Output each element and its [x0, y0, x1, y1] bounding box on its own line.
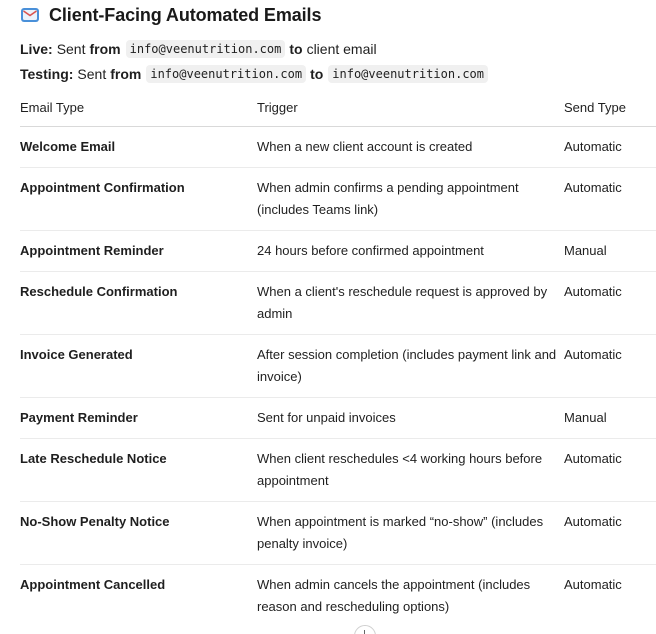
table-row: Invoice Generated After session completi…: [20, 334, 656, 398]
live-to-text: to: [289, 41, 303, 57]
table-row: Appointment Cancelled When admin cancels…: [20, 565, 656, 628]
trigger-cell: Sent for unpaid invoices: [257, 397, 564, 439]
table-row: Appointment Confirmation When admin conf…: [20, 167, 656, 231]
table-header-row: Email Type Trigger Send Type: [20, 88, 656, 127]
trigger-cell: When admin confirms a pending appointmen…: [257, 167, 564, 231]
testing-from-text: from: [110, 66, 142, 82]
send-type-cell: Automatic: [564, 126, 656, 168]
table-row: Payment Reminder Sent for unpaid invoice…: [20, 397, 656, 439]
live-info-line: Live: Sent from info@veenutrition.com to…: [20, 38, 377, 60]
email-type-cell: Reschedule Confirmation: [20, 271, 257, 335]
table-row: Appointment Reminder 24 hours before con…: [20, 230, 656, 272]
send-type-cell: Automatic: [564, 167, 656, 231]
send-type-cell: Manual: [564, 397, 656, 439]
send-type-cell: Automatic: [564, 438, 656, 502]
page-title: Client-Facing Automated Emails: [49, 4, 322, 25]
email-type-cell: Appointment Confirmation: [20, 167, 257, 231]
email-type-cell: Welcome Email: [20, 126, 257, 168]
send-type-cell: Manual: [564, 230, 656, 272]
envelope-icon: [21, 8, 39, 22]
email-type-cell: No-Show Penalty Notice: [20, 501, 257, 565]
send-type-cell: Automatic: [564, 271, 656, 335]
header-trigger: Trigger: [257, 88, 564, 127]
testing-to-email: info@veenutrition.com: [328, 65, 488, 83]
live-to-recipient: client email: [306, 41, 377, 57]
testing-label: Testing:: [20, 66, 74, 82]
table-row: Late Reschedule Notice When client resch…: [20, 438, 656, 502]
email-type-cell: Appointment Cancelled: [20, 577, 166, 592]
trigger-cell: 24 hours before confirmed appointment: [257, 230, 564, 272]
trigger-cell: When appointment is marked “no-show” (in…: [257, 501, 564, 565]
send-type-cell: Automatic: [564, 334, 656, 398]
testing-to-text: to: [310, 66, 324, 82]
live-sent-text: Sent: [56, 41, 86, 57]
trigger-cell: When admin cancels the appointment (incl…: [257, 577, 531, 614]
table-row: Reschedule Confirmation When a client's …: [20, 271, 656, 335]
trigger-cell: When a new client account is created: [257, 126, 564, 168]
email-type-cell: Late Reschedule Notice: [20, 438, 257, 502]
trigger-cell: After session completion (includes payme…: [257, 334, 564, 398]
testing-sent-text: Sent: [77, 66, 107, 82]
header-send-type: Send Type: [564, 88, 656, 127]
header-email-type: Email Type: [20, 88, 257, 127]
live-label: Live:: [20, 41, 53, 57]
page-heading: Client-Facing Automated Emails: [20, 3, 321, 27]
trigger-cell: When client reschedules <4 working hours…: [257, 438, 564, 502]
emails-table: Email Type Trigger Send Type Welcome Ema…: [20, 88, 656, 627]
table-row: No-Show Penalty Notice When appointment …: [20, 501, 656, 565]
live-from-email: info@veenutrition.com: [125, 40, 286, 58]
email-type-cell: Appointment Reminder: [20, 230, 257, 272]
email-type-cell: Payment Reminder: [20, 397, 257, 439]
testing-from-email: info@veenutrition.com: [146, 65, 307, 83]
live-from-text: from: [89, 41, 121, 57]
send-type-cell: Automatic: [564, 501, 656, 565]
testing-info-line: Testing: Sent from info@veenutrition.com…: [20, 63, 488, 85]
email-type-cell: Invoice Generated: [20, 334, 257, 398]
trigger-cell: When a client's reschedule request is ap…: [257, 271, 564, 335]
table-row: Welcome Email When a new client account …: [20, 126, 656, 168]
send-type-cell: Automatic: [564, 577, 622, 592]
